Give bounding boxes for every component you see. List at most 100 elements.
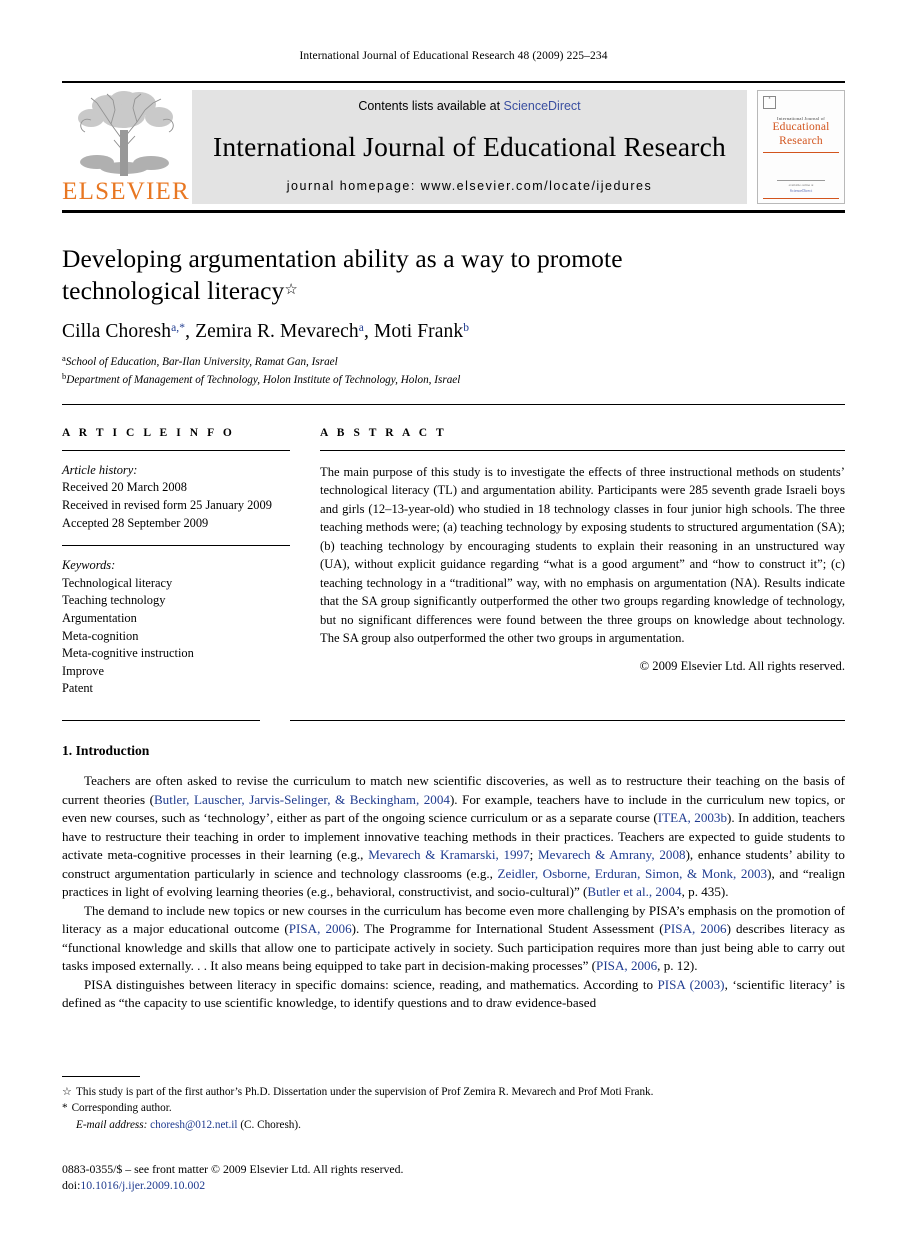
affiliation-text: Department of Management of Technology, … xyxy=(66,374,461,387)
title-block: Developing argumentation ability as a wa… xyxy=(62,243,845,389)
abstract-copyright: © 2009 Elsevier Ltd. All rights reserved… xyxy=(639,658,845,673)
imprint-block: 0883-0355/$ – see front matter © 2009 El… xyxy=(62,1161,845,1194)
abstract-column: A B S T R A C T The main purpose of this… xyxy=(320,427,845,698)
article-info-rule xyxy=(62,449,290,451)
email-link[interactable]: choresh@012.net.il xyxy=(150,1119,237,1131)
citation-link[interactable]: ITEA, 2003b xyxy=(658,810,727,825)
info-closing-rule-wrap xyxy=(62,698,290,722)
history-item: Received in revised form 25 January 2009 xyxy=(62,497,272,512)
section-closing-rules xyxy=(62,698,845,722)
footnote-rule xyxy=(62,1075,140,1077)
body-text-run: , p. 12). xyxy=(657,958,698,974)
body-text-run: PISA distinguishes between literacy in s… xyxy=(84,976,658,992)
cover-divider xyxy=(763,152,839,154)
email-owner: (C. Choresh). xyxy=(240,1119,301,1132)
author-name[interactable]: Moti Frank xyxy=(374,321,463,342)
keyword-item: Improve xyxy=(62,663,104,678)
title-bottom-rule xyxy=(62,403,845,405)
doi-link[interactable]: 10.1016/j.ijer.2009.10.002 xyxy=(80,1178,205,1192)
doi-line: doi:10.1016/j.ijer.2009.10.002 xyxy=(62,1177,845,1194)
keyword-item: Technological literacy xyxy=(62,575,173,590)
article-title: Developing argumentation ability as a wa… xyxy=(62,243,845,307)
history-item: Accepted 28 September 2009 xyxy=(62,515,209,530)
abstract-closing-rule xyxy=(290,720,845,722)
body-text-run: ; xyxy=(529,847,539,863)
keywords-label: Keywords: xyxy=(62,558,116,573)
paragraph: PISA distinguishes between literacy in s… xyxy=(62,976,845,1013)
cover-footer: available online at ScienceDirect xyxy=(777,179,825,194)
author-affil-marker[interactable]: a,* xyxy=(171,322,185,334)
keyword-item: Teaching technology xyxy=(62,593,166,608)
citation-link[interactable]: PISA (2003) xyxy=(658,977,725,992)
footnote-star: ☆ This study is part of the first author’… xyxy=(62,1084,845,1101)
article-info-heading: A R T I C L E I N F O xyxy=(62,426,235,439)
section-title-introduction: 1. Introduction xyxy=(62,743,150,759)
elsevier-tree-icon xyxy=(78,91,174,176)
paragraph: The demand to include new topics or new … xyxy=(62,902,845,976)
citation-link[interactable]: PISA, 2006 xyxy=(289,921,352,936)
citation-link[interactable]: PISA, 2006 xyxy=(596,958,657,973)
article-info-column: A R T I C L E I N F O Article history: R… xyxy=(62,427,320,698)
running-head: International Journal of Educational Res… xyxy=(299,50,608,62)
cover-elsevier-mark: E xyxy=(763,96,776,109)
citation-link[interactable]: Butler et al., 2004 xyxy=(587,884,681,899)
introduction-body: Teachers are often asked to revise the c… xyxy=(62,772,845,1013)
abstract-rule xyxy=(320,449,845,451)
affiliation-text: School of Education, Bar-Ilan University… xyxy=(65,356,338,369)
issn-copyright-line: 0883-0355/$ – see front matter © 2009 El… xyxy=(62,1161,404,1176)
article-title-line2: technological literacy xyxy=(62,276,285,306)
cover-title-line2: Research xyxy=(779,134,823,147)
sciencedirect-link[interactable]: ScienceDirect xyxy=(504,99,581,113)
author-name[interactable]: Cilla Choresh xyxy=(62,321,171,342)
body-text-run: ). The Programme for International Stude… xyxy=(351,921,664,937)
citation-link[interactable]: Zeidler, Osborne, Erduran, Simon, & Monk… xyxy=(498,866,768,881)
contents-available-line: Contents lists available at ScienceDirec… xyxy=(358,99,580,113)
cover-bottom-divider xyxy=(763,198,839,199)
abstract-text: The main purpose of this study is to inv… xyxy=(320,464,845,646)
affiliation-item: aSchool of Education, Bar-Ilan Universit… xyxy=(62,352,845,370)
journal-title: International Journal of Educational Res… xyxy=(213,131,726,162)
footnote-star-marker: ☆ xyxy=(62,1085,73,1098)
author-affil-marker[interactable]: a xyxy=(359,322,364,334)
keyword-item: Meta-cognitive instruction xyxy=(62,646,194,661)
citation-link[interactable]: Mevarech & Amrany, 2008 xyxy=(538,847,686,862)
abstract-closing-rule-wrap xyxy=(290,698,845,722)
footnote-area: ☆ This study is part of the first author’… xyxy=(62,1075,845,1194)
cover-sciencedirect-mark: ScienceDirect xyxy=(789,188,813,193)
author-list: Cilla Choresha,*, Zemira R. Mevarecha, M… xyxy=(62,321,470,343)
keywords-group: Keywords: Technological literacy Teachin… xyxy=(62,557,290,698)
elsevier-wordmark: ELSEVIER xyxy=(62,178,190,205)
keyword-item: Meta-cognition xyxy=(62,628,139,643)
article-page: International Journal of Educational Res… xyxy=(0,0,907,1238)
author-affil-marker[interactable]: b xyxy=(463,322,469,334)
keyword-item: Argumentation xyxy=(62,610,137,625)
contents-prefix: Contents lists available at xyxy=(358,99,504,113)
doi-prefix: doi: xyxy=(62,1178,81,1193)
affiliation-list: aSchool of Education, Bar-Ilan Universit… xyxy=(62,352,845,388)
keyword-item: Patent xyxy=(62,681,93,696)
article-title-line1: Developing argumentation ability as a wa… xyxy=(62,244,623,273)
footnote-corresponding-marker: * xyxy=(62,1102,68,1115)
article-history-label: Article history: xyxy=(62,462,138,477)
masthead-bottom-rule xyxy=(62,210,845,213)
cover-title-line1: Educational xyxy=(772,121,830,133)
body-text-run: , p. 435). xyxy=(681,884,729,900)
info-closing-rule xyxy=(62,720,260,722)
footnote-email: E-mail address: choresh@012.net.il (C. C… xyxy=(62,1117,845,1134)
email-label: E-mail address: xyxy=(76,1119,148,1132)
footnote-corresponding: * Corresponding author. xyxy=(62,1100,845,1117)
journal-banner: Contents lists available at ScienceDirec… xyxy=(192,90,747,204)
citation-link[interactable]: Mevarech & Kramarski, 1997 xyxy=(368,847,529,862)
journal-masthead: ELSEVIER Contents lists available at Sci… xyxy=(62,81,845,204)
citation-link[interactable]: PISA, 2006 xyxy=(664,921,727,936)
paragraph: Teachers are often asked to revise the c… xyxy=(62,772,845,902)
citation-link[interactable]: Butler, Lauscher, Jarvis-Selinger, & Bec… xyxy=(154,792,450,807)
title-footnote-marker[interactable]: ☆ xyxy=(284,282,298,298)
footnote-star-text: This study is part of the first author’s… xyxy=(76,1085,654,1098)
abstract-heading: A B S T R A C T xyxy=(320,426,447,439)
journal-homepage[interactable]: journal homepage: www.elsevier.com/locat… xyxy=(287,179,652,193)
journal-cover-thumbnail: E International Journal of Educational R… xyxy=(757,90,845,204)
affiliation-item: bDepartment of Management of Technology,… xyxy=(62,370,845,388)
info-abstract-row: A R T I C L E I N F O Article history: R… xyxy=(62,427,845,698)
author-name[interactable]: Zemira R. Mevarech xyxy=(195,321,359,342)
